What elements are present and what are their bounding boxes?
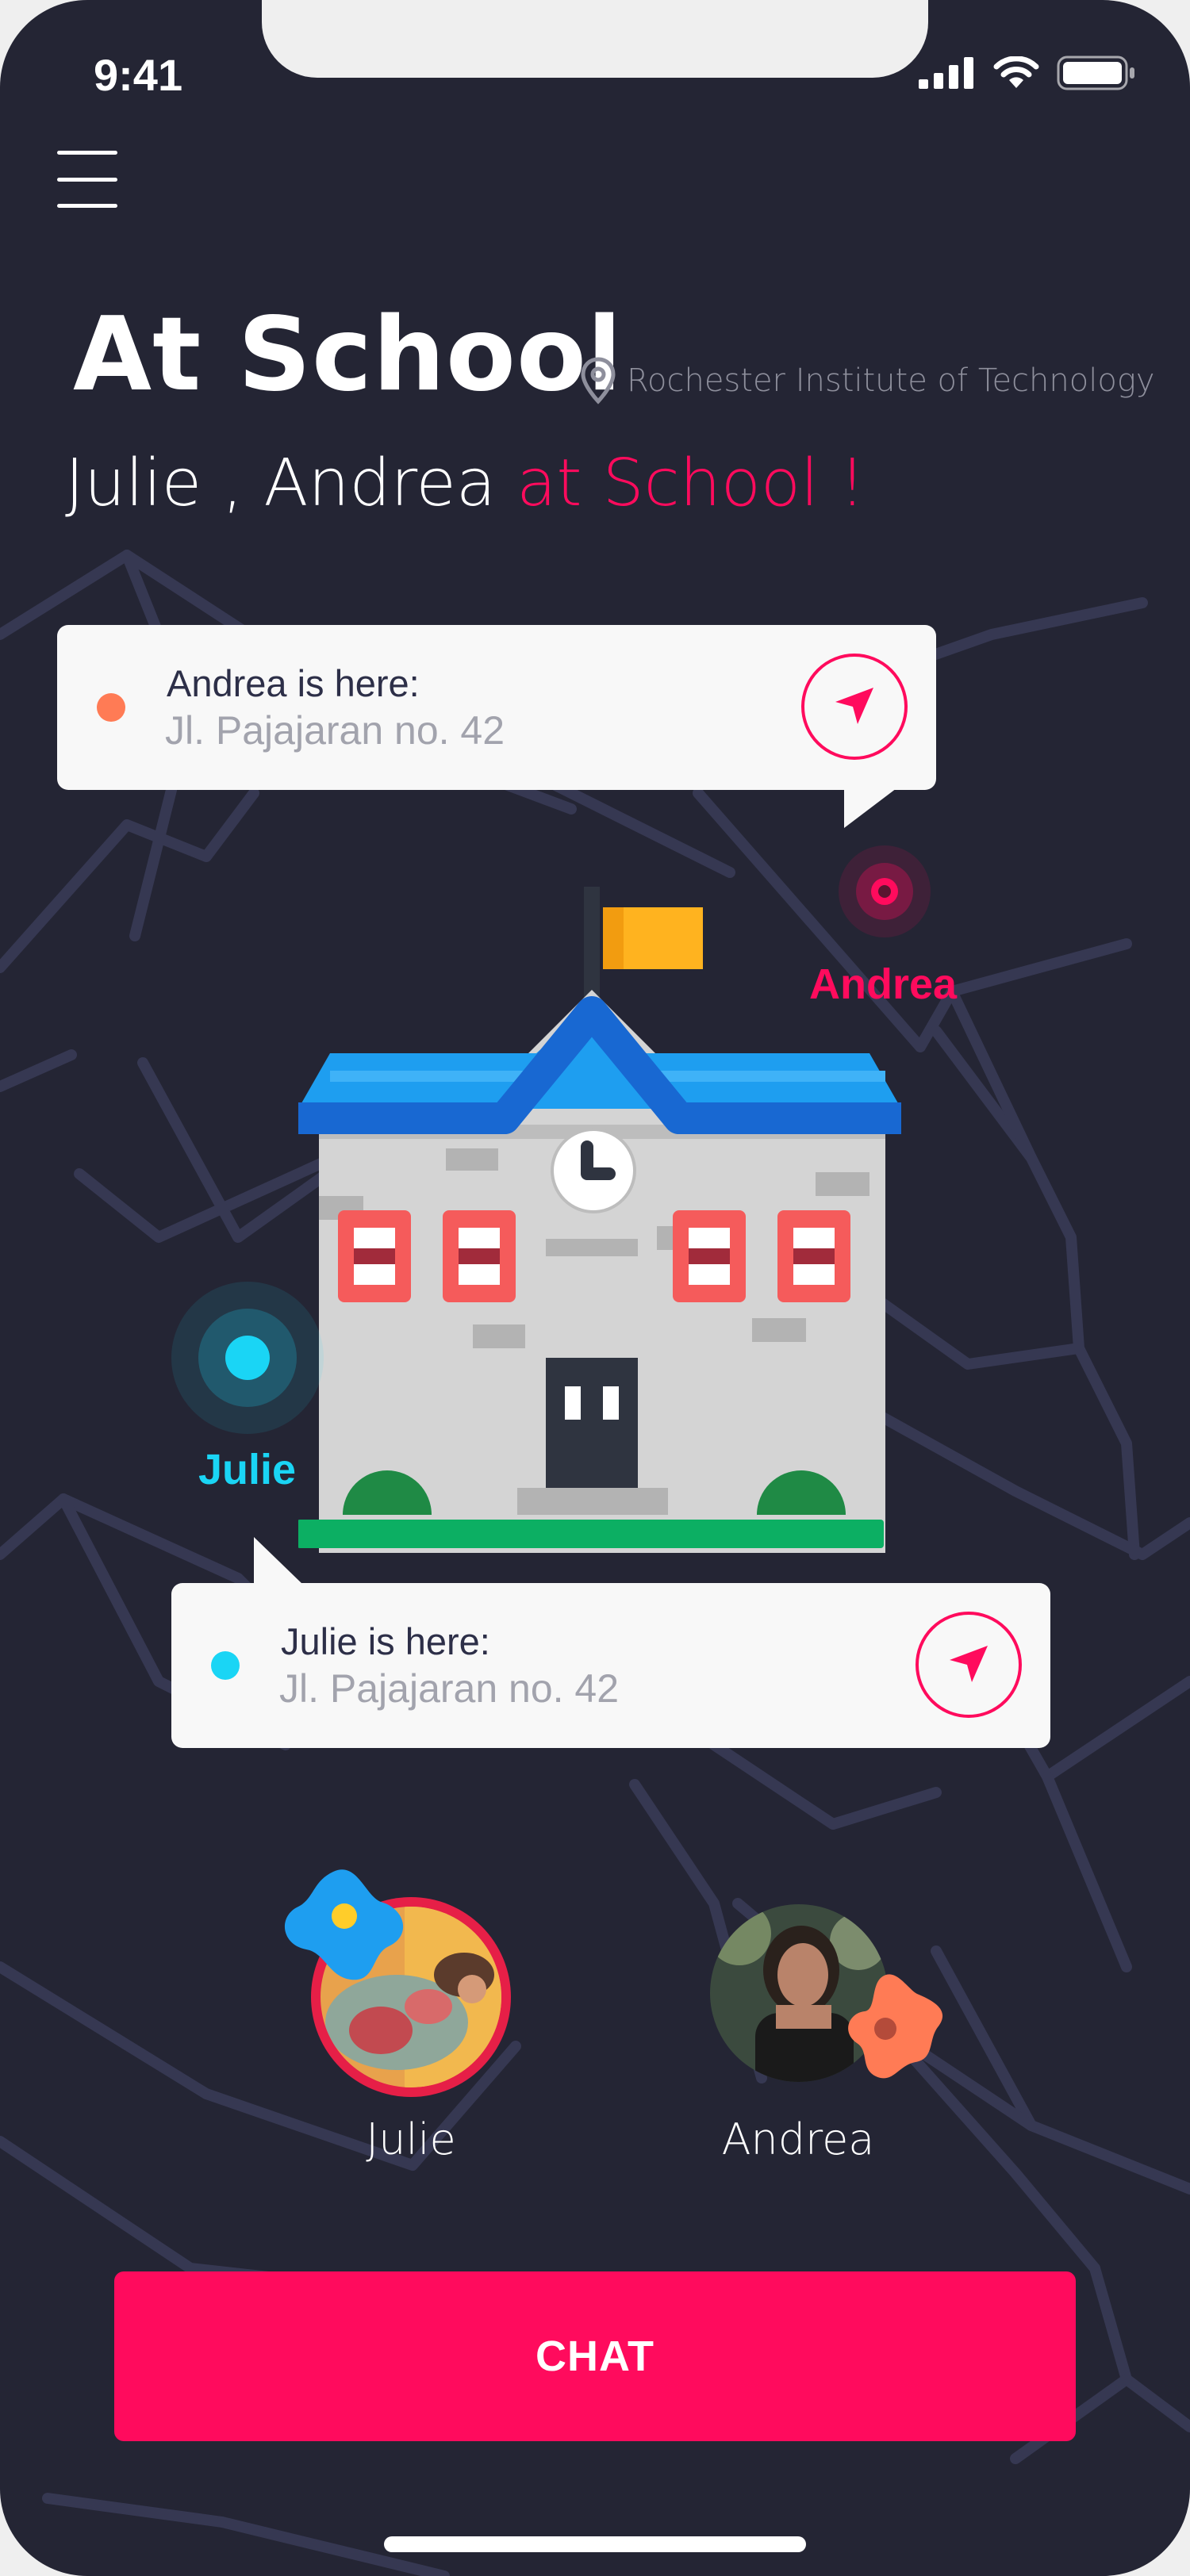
wifi-icon [993, 56, 1039, 88]
andrea-pin-label: Andrea [809, 960, 958, 1008]
home-indicator[interactable] [384, 2536, 806, 2552]
status-time: 9:41 [94, 50, 183, 100]
julie-card-address: Jl. Pajajaran no. 42 [279, 1666, 620, 1711]
phone-screen: 9:41 At School Rochester Institute of Te… [0, 0, 1190, 2576]
location-pin-icon [581, 357, 616, 404]
battery-icon [1057, 56, 1134, 90]
andrea-location-card: Andrea is here: Jl. Pajajaran no. 42 [57, 625, 936, 828]
julie-avatar[interactable] [278, 1864, 524, 2102]
location-name: Rochester Institute of Technology [627, 362, 1155, 399]
julie-pin-label: Julie [198, 1446, 297, 1493]
status-icons [919, 56, 1136, 90]
navigation-arrow-icon [950, 1646, 988, 1682]
andrea-card-label: Andrea is here: [167, 662, 420, 704]
julie-navigate-button[interactable] [916, 1612, 1022, 1718]
subtitle-accent: at School ! [516, 446, 866, 521]
julie-card-label: Julie is here: [281, 1620, 490, 1662]
signal-icon [919, 57, 973, 89]
andrea-avatar[interactable] [708, 1902, 962, 2100]
julie-status-dot [211, 1651, 240, 1680]
andrea-avatar-name: Andrea [721, 2114, 875, 2164]
andrea-card-address: Jl. Pajajaran no. 42 [165, 708, 505, 753]
menu-icon[interactable] [57, 151, 117, 208]
subtitle: Julie , Andrea at School ! [65, 446, 866, 521]
julie-location-card: Julie is here: Jl. Pajajaran no. 42 [171, 1537, 1050, 1748]
device-notch [262, 0, 928, 78]
subtitle-names: Julie , Andrea [65, 446, 517, 521]
navigation-arrow-icon [835, 688, 873, 724]
location-line: Rochester Institute of Technology [581, 357, 1155, 404]
chat-button[interactable]: CHAT [114, 2271, 1076, 2441]
julie-avatar-name: Julie [366, 2114, 456, 2164]
page-title: At School [73, 296, 623, 414]
julie-map-pin[interactable] [170, 1280, 325, 1436]
andrea-status-dot [97, 693, 125, 722]
andrea-navigate-button[interactable] [801, 654, 908, 760]
andrea-map-pin[interactable] [833, 844, 936, 947]
